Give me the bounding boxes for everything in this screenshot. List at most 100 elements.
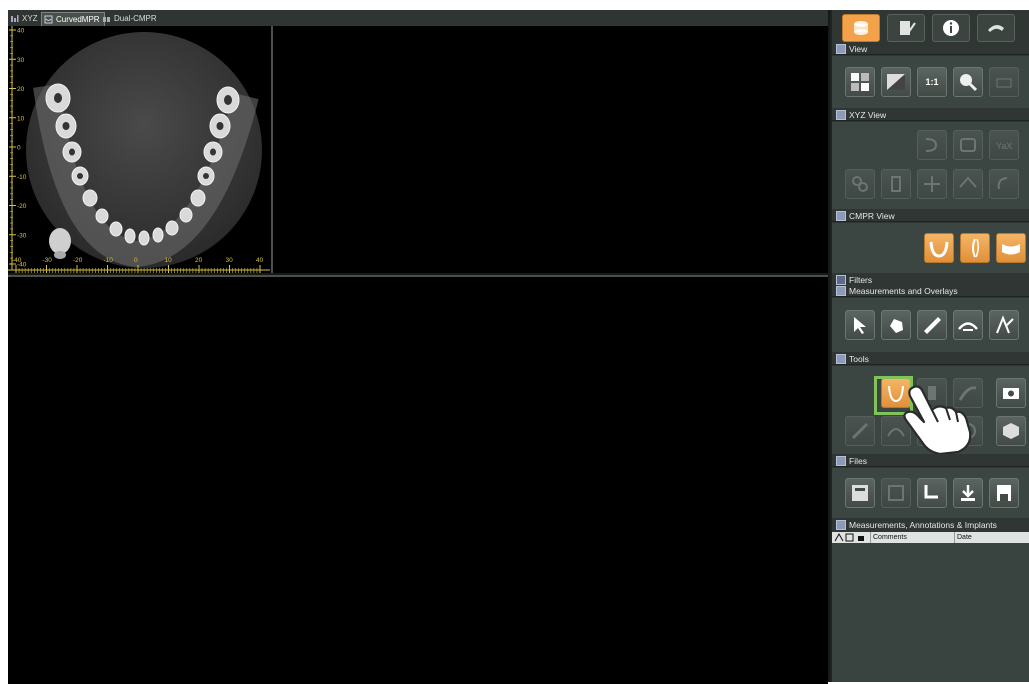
panel-tab-info[interactable] bbox=[932, 14, 970, 42]
y-tick-label: 10 bbox=[17, 115, 25, 122]
implant-icon bbox=[891, 176, 901, 192]
panel-tab-database[interactable] bbox=[842, 14, 880, 42]
link-icon bbox=[852, 176, 868, 192]
dicom-export-button[interactable] bbox=[845, 478, 875, 508]
nerve-icon bbox=[924, 176, 940, 192]
measurement-list[interactable] bbox=[832, 543, 1029, 682]
svg-text:YaX: YaX bbox=[996, 141, 1012, 151]
section-cmpr-view[interactable]: CMPR View bbox=[832, 210, 1029, 222]
column-comments[interactable]: Comments bbox=[870, 532, 907, 543]
slice-icon bbox=[959, 176, 977, 188]
pen-icon bbox=[851, 422, 869, 440]
tab-dual-cmpr-label: Dual-CMPR bbox=[114, 14, 157, 23]
section-files[interactable]: Files bbox=[832, 455, 1029, 467]
files-tool-3-button[interactable] bbox=[917, 478, 947, 508]
section-measurements-overlays[interactable]: Measurements and Overlays bbox=[832, 285, 1029, 297]
dual-cmpr-icon bbox=[103, 17, 110, 22]
zoom-button[interactable] bbox=[953, 67, 983, 97]
xyz-tool-7-button[interactable] bbox=[953, 169, 983, 199]
collapse-toggle-icon[interactable] bbox=[836, 44, 846, 54]
x-tick-label: 20 bbox=[195, 257, 203, 264]
xyz-tool-5-button[interactable] bbox=[881, 169, 911, 199]
xyz-tool-3-button[interactable]: YaX bbox=[989, 130, 1019, 160]
collapse-toggle-icon[interactable] bbox=[836, 456, 846, 466]
save-button[interactable] bbox=[989, 478, 1019, 508]
section-measurements-annotations[interactable]: Measurements, Annotations & Implants bbox=[832, 519, 1029, 531]
xyz-tool-4-button[interactable] bbox=[845, 169, 875, 199]
panoramic-viewport[interactable] bbox=[273, 26, 828, 273]
list-filter-icons[interactable] bbox=[833, 532, 869, 543]
collapse-toggle-icon[interactable] bbox=[836, 354, 846, 364]
view-tab-bar: XYZ CurvedMPR Dual-CMPR bbox=[8, 10, 828, 27]
camera-icon bbox=[1003, 388, 1019, 399]
tab-xyz[interactable]: XYZ bbox=[8, 12, 42, 25]
y-tick-label: 30 bbox=[17, 57, 25, 64]
panoramic-icon bbox=[1002, 244, 1020, 255]
measurement-list-header: Comments Date bbox=[832, 532, 1029, 543]
files-tool-2-button[interactable] bbox=[881, 478, 911, 508]
y-tick-label: 40 bbox=[17, 28, 25, 35]
contrast-button[interactable] bbox=[881, 67, 911, 97]
tab-curved-mpr-label: CurvedMPR bbox=[56, 15, 100, 24]
disabled-view-button[interactable] bbox=[989, 67, 1019, 97]
section-view[interactable]: View bbox=[832, 43, 1029, 55]
ruler-button[interactable] bbox=[917, 310, 947, 340]
y-tick-label: -20 bbox=[17, 203, 27, 210]
y-tick-label: 20 bbox=[17, 86, 25, 93]
xyz-tool-1-button[interactable] bbox=[917, 130, 947, 160]
files-tool-4-button[interactable] bbox=[953, 478, 983, 508]
panel-tab-edit[interactable] bbox=[887, 14, 925, 42]
cross-section-viewport[interactable] bbox=[8, 275, 828, 684]
snapshot-button[interactable] bbox=[996, 378, 1026, 408]
cross-section-view-button[interactable] bbox=[960, 233, 990, 263]
layout-button[interactable] bbox=[845, 67, 875, 97]
disabled-icon bbox=[996, 78, 1012, 88]
annotation-button[interactable] bbox=[989, 310, 1019, 340]
tab-dual-cmpr[interactable]: Dual-CMPR bbox=[100, 12, 161, 25]
x-tick-label: 0 bbox=[134, 257, 138, 264]
volume-button[interactable] bbox=[996, 416, 1026, 446]
collapse-toggle-icon[interactable] bbox=[836, 520, 846, 530]
xyz-view-toolbar: YaX bbox=[832, 122, 1029, 209]
collapse-toggle-icon[interactable] bbox=[836, 110, 846, 120]
pan-button[interactable] bbox=[881, 310, 911, 340]
x-tick-label: -10 bbox=[104, 257, 114, 264]
zoom-icon bbox=[960, 74, 978, 92]
info-icon bbox=[943, 20, 959, 36]
angle-button[interactable] bbox=[953, 310, 983, 340]
select-button[interactable] bbox=[845, 310, 875, 340]
xyz-tool-8-button[interactable] bbox=[989, 169, 1019, 199]
cmpr-view-toolbar bbox=[832, 223, 1029, 273]
ruler-icon bbox=[924, 317, 941, 334]
text-tool-icon: YaX bbox=[996, 141, 1012, 151]
panel-tab-settings[interactable] bbox=[977, 14, 1015, 42]
xyz-tool-6-button[interactable] bbox=[917, 169, 947, 199]
section-xyz-view[interactable]: XYZ View bbox=[832, 109, 1029, 121]
xyz-tool-2-button[interactable] bbox=[953, 130, 983, 160]
panoramic-view-button[interactable] bbox=[996, 233, 1026, 263]
collapse-toggle-icon[interactable] bbox=[836, 211, 846, 221]
frame-icon bbox=[960, 138, 976, 152]
x-tick-label: 10 bbox=[165, 257, 173, 264]
app-window: XYZ CurvedMPR Dual-CMPR 40 30 20 10 0 -1… bbox=[8, 10, 1029, 684]
x-tick-label: -30 bbox=[43, 257, 53, 264]
x-tick-label: -20 bbox=[73, 257, 83, 264]
collapse-toggle-icon[interactable] bbox=[836, 286, 846, 296]
tool-5-button[interactable] bbox=[845, 416, 875, 446]
y-tick-label: -30 bbox=[17, 232, 27, 239]
curve-icon bbox=[925, 138, 938, 152]
tab-curved-mpr[interactable]: CurvedMPR bbox=[41, 12, 105, 26]
arch-icon bbox=[929, 241, 949, 258]
axial-viewport[interactable]: 40 30 20 10 0 -10 -20 -30 -40 -40 -30 -20 -10 0 10 20 3… bbox=[8, 26, 273, 273]
arch-view-button[interactable] bbox=[924, 233, 954, 263]
actual-size-button[interactable]: 1:1 bbox=[917, 67, 947, 97]
x-tick-label: 40 bbox=[256, 257, 264, 264]
hand-pointer-icon bbox=[903, 385, 972, 454]
view-toolbar: 1:1 bbox=[832, 56, 1029, 108]
actual-size-icon: 1:1 bbox=[925, 77, 939, 87]
column-date[interactable]: Date bbox=[954, 532, 972, 543]
settings-icon bbox=[988, 24, 1004, 32]
section-tools[interactable]: Tools bbox=[832, 353, 1029, 365]
expand-toggle-icon[interactable] bbox=[836, 275, 846, 285]
database-icon bbox=[854, 21, 868, 35]
